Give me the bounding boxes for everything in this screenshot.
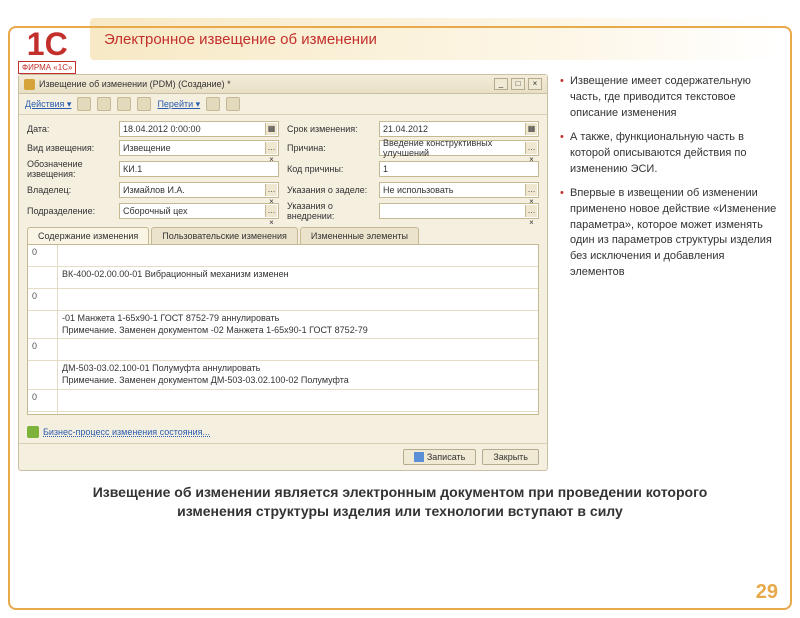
- input-owner[interactable]: Измайлов И.А.…×: [119, 182, 279, 198]
- picker-icon[interactable]: …×: [265, 205, 277, 217]
- input-reason[interactable]: Введение конструктивных улучшений…×: [379, 140, 539, 156]
- page-number: 29: [756, 581, 778, 604]
- input-dept[interactable]: Сборочный цех…×: [119, 203, 279, 219]
- bullet-item: Извещение имеет содержательную часть, гд…: [560, 74, 782, 122]
- picker-icon[interactable]: …×: [265, 142, 277, 154]
- logo-subtext: ФИРМА «1С»: [18, 61, 76, 74]
- input-kind[interactable]: Извещение…×: [119, 140, 279, 156]
- bullet-item: Впервые в извещении об изменении примене…: [560, 186, 782, 282]
- calendar-icon[interactable]: ▦: [525, 123, 537, 135]
- picker-icon[interactable]: …×: [525, 184, 537, 196]
- picker-icon[interactable]: …×: [525, 205, 537, 217]
- picker-icon[interactable]: …×: [525, 142, 537, 154]
- title-bar: Электронное извещение об изменении: [90, 18, 800, 60]
- input-impl[interactable]: …×: [379, 203, 539, 219]
- input-term[interactable]: 21.04.2012▦: [379, 121, 539, 137]
- picker-icon[interactable]: …×: [265, 184, 277, 196]
- page-title: Электронное извещение об изменении: [104, 31, 377, 48]
- input-code[interactable]: КИ.1: [119, 161, 279, 177]
- input-date[interactable]: 18.04.2012 0:00:00▦: [119, 121, 279, 137]
- input-backlog[interactable]: Не использовать…×: [379, 182, 539, 198]
- input-rcode[interactable]: 1: [379, 161, 539, 177]
- bullet-item: А также, функциональную часть в которой …: [560, 130, 782, 178]
- calendar-icon[interactable]: ▦: [265, 123, 277, 135]
- logo-icon: 1C: [18, 30, 76, 59]
- logo: 1C ФИРМА «1С»: [18, 30, 76, 74]
